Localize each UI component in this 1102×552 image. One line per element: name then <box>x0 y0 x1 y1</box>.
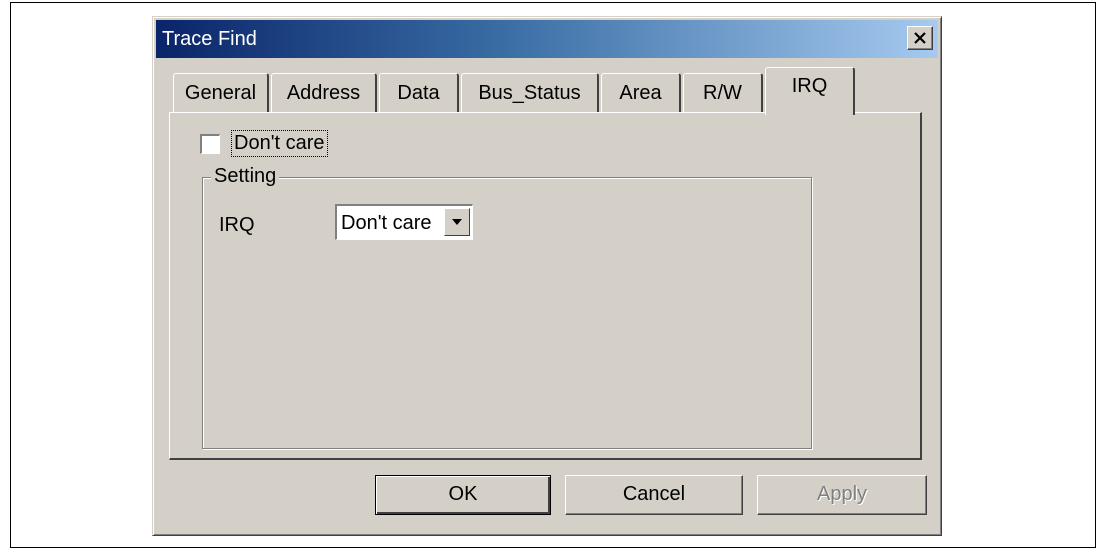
tab-rw[interactable]: R/W <box>683 73 763 113</box>
cancel-button[interactable]: Cancel <box>565 475 743 515</box>
tab-bus-status[interactable]: Bus_Status <box>461 73 599 113</box>
tab-address[interactable]: Address <box>271 73 377 113</box>
setting-groupbox: Setting IRQ Don't care <box>202 165 812 449</box>
setting-group-title: Setting <box>211 165 280 188</box>
irq-select-value: Don't care <box>341 212 432 234</box>
dont-care-checkbox-row[interactable]: Don't care <box>200 130 328 157</box>
tab-area[interactable]: Area <box>601 73 681 113</box>
window-title: Trace Find <box>162 28 257 50</box>
apply-button[interactable]: Apply <box>757 475 927 515</box>
ok-button[interactable]: OK <box>375 475 551 515</box>
close-icon <box>914 32 926 44</box>
irq-select[interactable]: Don't care <box>335 204 473 240</box>
dont-care-checkbox[interactable] <box>200 133 220 154</box>
tab-data[interactable]: Data <box>379 73 459 113</box>
close-button[interactable] <box>907 26 933 50</box>
trace-find-dialog: Trace Find General Address Data Bus_Stat… <box>152 16 942 536</box>
tab-irq[interactable]: IRQ <box>765 67 855 115</box>
dont-care-label: Don't care <box>231 130 328 157</box>
irq-tab-panel: Don't care Setting IRQ Don't care <box>169 112 922 460</box>
title-bar[interactable]: Trace Find <box>156 20 938 58</box>
irq-field-label: IRQ <box>219 214 255 236</box>
chevron-down-icon <box>452 219 462 225</box>
irq-dropdown-button[interactable] <box>444 208 470 236</box>
tab-general[interactable]: General <box>173 73 269 113</box>
